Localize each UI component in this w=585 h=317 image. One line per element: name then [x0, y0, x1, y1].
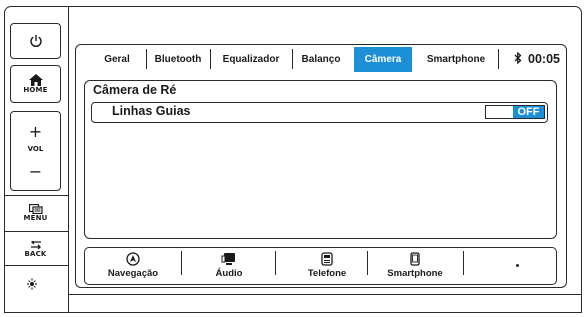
power-icon [29, 35, 42, 48]
camera-settings-panel: Câmera de Ré Linhas Guias OFF [84, 80, 557, 239]
volume-down-button[interactable]: − [11, 164, 60, 180]
volume-label: VOL [27, 145, 44, 153]
toggle-on-segment[interactable] [486, 106, 514, 118]
nav-divider [463, 251, 464, 275]
back-arrow-icon [30, 240, 41, 249]
guide-lines-toggle[interactable]: OFF [485, 105, 545, 119]
tab-smartphone[interactable]: Smartphone [416, 50, 496, 70]
tab-equalizador[interactable]: Equalizador [212, 50, 290, 70]
nav-divider [181, 251, 182, 275]
nav-audio[interactable]: Áudio [189, 248, 269, 284]
power-button[interactable] [10, 23, 61, 59]
bottom-navigation-bar: Navegação Áudio Telefone Smartphone [84, 247, 557, 285]
section-title: Câmera de Ré [93, 83, 177, 97]
tab-divider [210, 49, 211, 69]
tab-divider [292, 49, 293, 69]
hardware-controls: HOME + VOL − MENU BACK [5, 7, 69, 312]
menu-label: MENU [23, 214, 48, 222]
page-indicator-dot [516, 264, 519, 267]
home-icon [28, 74, 43, 86]
clock-time: 00:05 [528, 52, 560, 66]
volume-up-button[interactable]: + [11, 124, 60, 140]
nav-label: Áudio [215, 268, 243, 279]
volume-control: + VOL − [10, 111, 61, 191]
bluetooth-icon [514, 51, 525, 66]
tab-bluetooth[interactable]: Bluetooth [148, 50, 208, 70]
tab-balanco[interactable]: Balanço [294, 50, 348, 70]
back-label: BACK [24, 249, 47, 258]
nav-divider [367, 251, 368, 275]
smartphone-icon [410, 252, 420, 266]
nav-label: Navegação [107, 268, 159, 279]
audio-icon [221, 253, 235, 265]
tab-geral[interactable]: Geral [98, 50, 136, 70]
divider [5, 195, 68, 196]
status-area: 00:05 [514, 47, 560, 71]
toggle-off-segment[interactable]: OFF [513, 106, 544, 118]
nav-telefone[interactable]: Telefone [285, 248, 369, 284]
back-button[interactable]: BACK [10, 235, 61, 263]
settings-tab-bar: Geral Bluetooth Equalizador Balanço Câme… [76, 45, 566, 73]
head-unit-frame: HOME + VOL − MENU BACK Geral Bluetooth E… [4, 6, 582, 313]
brightness-moon-icon [26, 278, 45, 290]
nav-smartphone[interactable]: Smartphone [371, 248, 459, 284]
navigation-icon [126, 252, 140, 266]
setting-label: Linhas Guias [112, 104, 191, 118]
nav-divider [275, 251, 276, 275]
nav-navegacao[interactable]: Navegação [93, 248, 173, 284]
tab-camera[interactable]: Câmera [354, 47, 412, 72]
tab-divider [146, 49, 147, 69]
divider [5, 265, 68, 266]
nav-label: Telefone [307, 268, 347, 279]
divider [5, 231, 68, 232]
display-screen: Geral Bluetooth Equalizador Balanço Câme… [75, 44, 567, 288]
tab-divider [498, 49, 499, 69]
setting-row-linhas-guias[interactable]: Linhas Guias OFF [91, 102, 548, 123]
bottom-divider [68, 294, 581, 295]
phone-icon [321, 252, 333, 266]
nav-label: Smartphone [387, 268, 443, 279]
brightness-button[interactable] [10, 272, 61, 296]
menu-icon [28, 204, 43, 214]
home-button[interactable]: HOME [10, 65, 61, 103]
menu-button[interactable]: MENU [10, 198, 61, 228]
home-label: HOME [23, 86, 48, 94]
